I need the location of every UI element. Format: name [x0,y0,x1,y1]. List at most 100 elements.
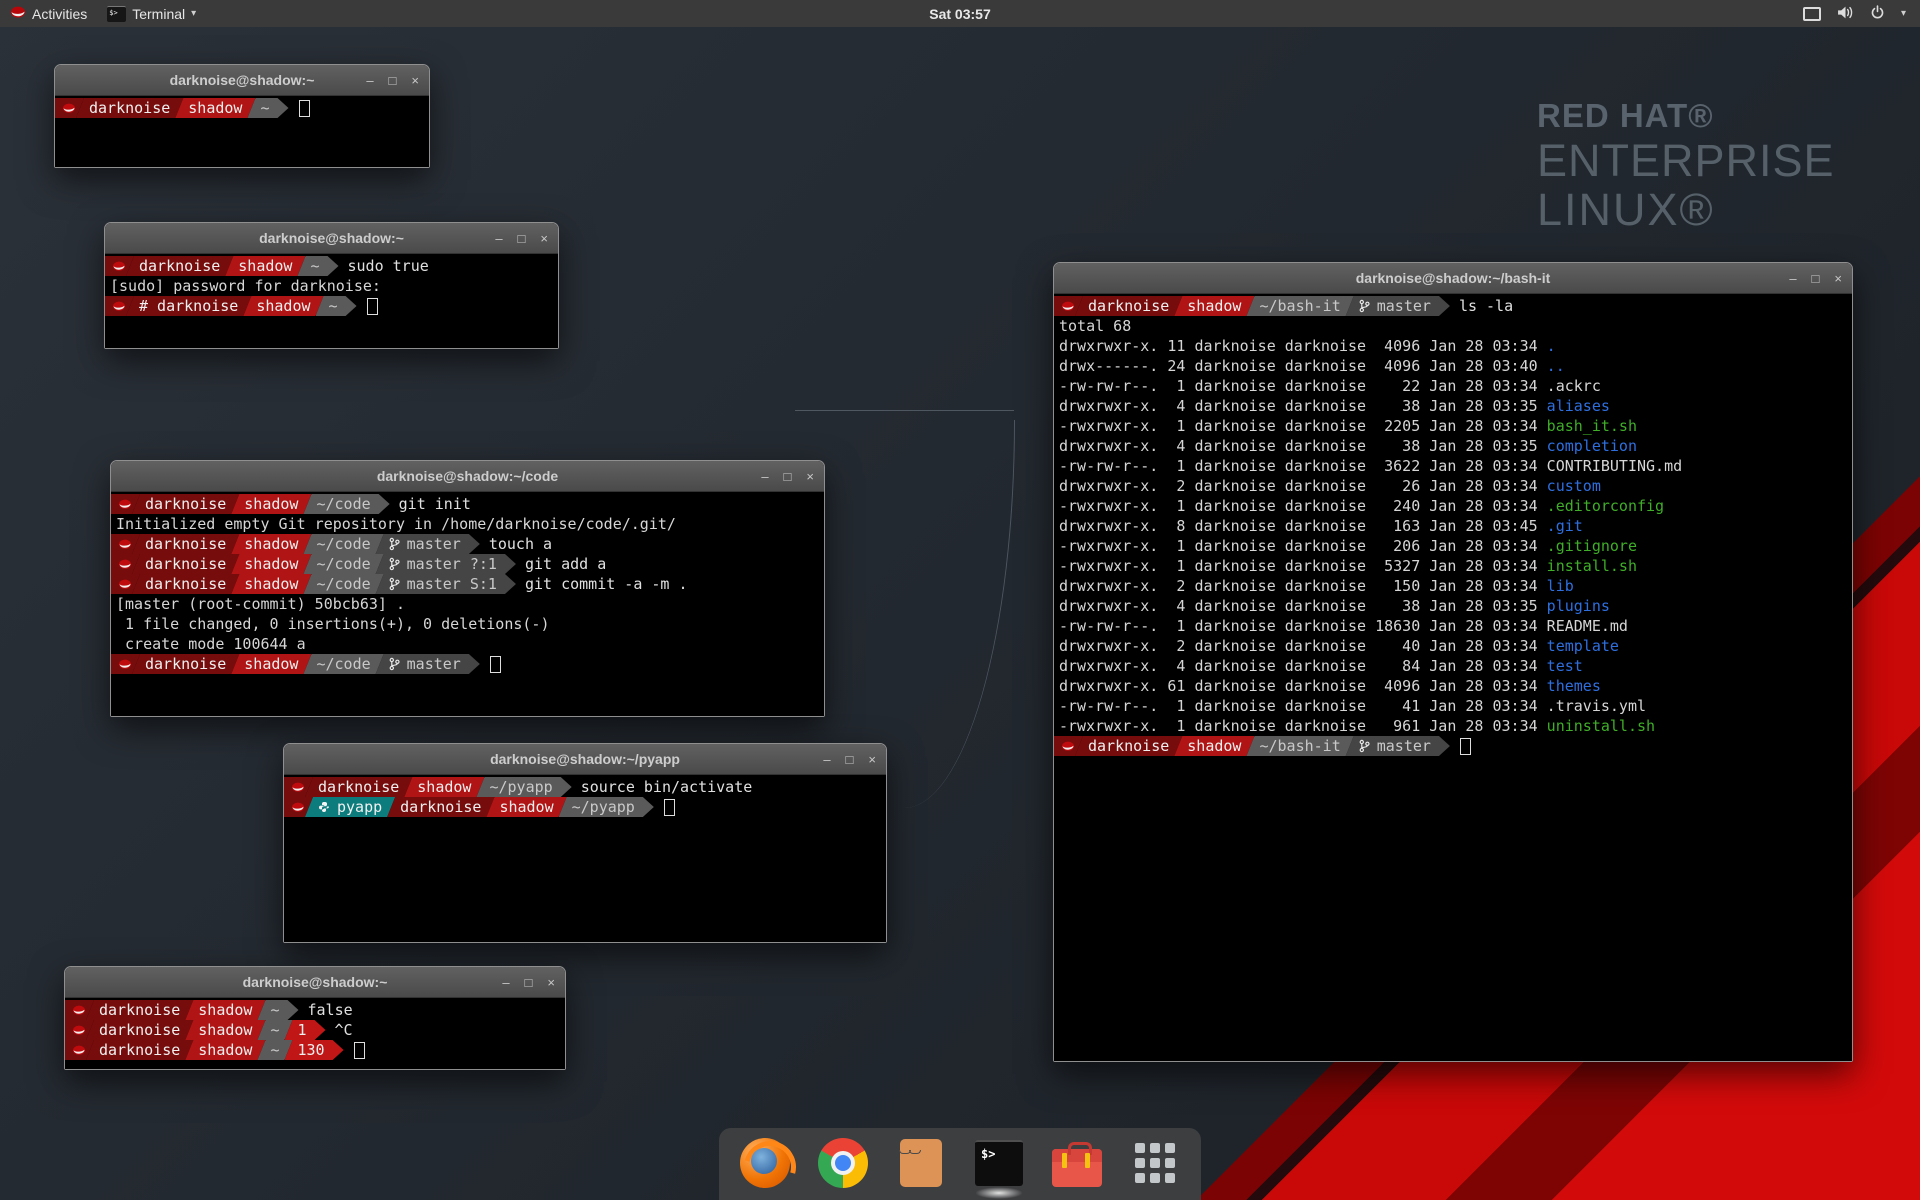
terminal-window-2: darknoise@shadow:~–□×darknoiseshadow~sud… [104,222,559,349]
terminal-content[interactable]: darknoiseshadow~/pyappsource bin/activat… [284,775,886,942]
close-button[interactable]: × [868,753,876,766]
prompt-segment: darknoise [132,534,239,554]
terminal-content[interactable]: darknoiseshadow~sudo true[sudo] password… [105,254,558,348]
ls-row: drwxrwxr-x. 4 darknoise darknoise 38 Jan… [1054,396,1852,416]
terminal-app-icon: $> [107,6,126,22]
minimize-button[interactable]: – [495,232,502,245]
window-titlebar[interactable]: darknoise@shadow:~–□× [55,65,429,96]
prompt-segment: ~/code [303,654,383,674]
branch-icon [389,577,400,591]
app-menu-button[interactable]: $> Terminal ▾ [97,0,206,27]
maximize-button[interactable]: □ [1812,272,1820,285]
minimize-button[interactable]: – [823,753,830,766]
file-name: completion [1547,437,1637,455]
file-name: uninstall.sh [1547,717,1655,735]
terminal-content[interactable]: darknoiseshadow~falsedarknoiseshadow~1^C… [65,998,565,1069]
maximize-button[interactable]: □ [518,232,526,245]
command-text: git add a [525,555,606,573]
maximize-button[interactable]: □ [389,74,397,87]
close-button[interactable]: × [547,976,555,989]
terminal-cursor [664,799,675,816]
window-titlebar[interactable]: darknoise@shadow:~–□× [65,967,565,998]
prompt-segment: ~/bash-it [1246,736,1353,756]
minimize-button[interactable]: – [1789,272,1796,285]
prompt-segment: darknoise [1075,736,1182,756]
files-dock-icon[interactable] [895,1137,947,1189]
minimize-button[interactable]: – [502,976,509,989]
prompt-segment: master S:1 [376,574,516,594]
prompt-line: darknoiseshadow~130 [65,1040,565,1060]
redhat-icon [72,1045,86,1056]
ls-row: drwxrwxr-x. 4 darknoise darknoise 38 Jan… [1054,436,1852,456]
prompt-segment: shadow [1174,296,1254,316]
prompt-segment: darknoise [86,1000,193,1020]
output-line: Initialized empty Git repository in /hom… [111,514,824,534]
ls-row: drwxrwxr-x. 61 darknoise darknoise 4096 … [1054,676,1852,696]
terminal-cursor [490,656,501,673]
redhat-icon [112,301,126,312]
window-title: darknoise@shadow:~/code [111,461,824,491]
ls-row: -rwxrwxr-x. 1 darknoise darknoise 240 Ja… [1054,496,1852,516]
output-line: 1 file changed, 0 insertions(+), 0 delet… [111,614,824,634]
app-menu-label: Terminal [132,6,185,22]
branch-icon [1359,299,1370,313]
terminal-cursor [367,298,378,315]
prompt-segment: shadow [175,98,255,118]
prompt-line: darknoiseshadow~false [65,1000,565,1020]
ls-row: -rw-rw-r--. 1 darknoise darknoise 3622 J… [1054,456,1852,476]
redhat-icon [118,499,132,510]
prompt-segment: shadow [231,494,311,514]
window-titlebar[interactable]: darknoise@shadow:~/pyapp– □ × [284,744,886,775]
ls-row: drwxrwxr-x. 2 darknoise darknoise 40 Jan… [1054,636,1852,656]
status-caret-icon: ▾ [1901,8,1906,19]
terminal-window-6: darknoise@shadow:~/bash-it–□×darknoisesh… [1053,262,1853,1062]
window-title: darknoise@shadow:~/pyapp [284,744,886,774]
close-button[interactable]: × [411,74,419,87]
redhat-icon [291,802,305,813]
prompt-segment: shadow [1174,736,1254,756]
prompt-segment: master ?:1 [376,554,516,574]
file-name: lib [1547,577,1574,595]
chrome-dock-icon[interactable] [817,1137,869,1189]
close-button[interactable]: × [540,232,548,245]
file-name: template [1547,637,1619,655]
close-button[interactable]: × [1834,272,1842,285]
prompt-line: darknoiseshadow~/codemaster S:1git commi… [111,574,824,594]
clock[interactable]: Sat 03:57 [0,6,1920,22]
app-grid-dock-icon[interactable] [1129,1137,1181,1189]
system-status-area[interactable]: ▾ [1803,0,1920,27]
software-toolbox-dock-icon[interactable] [1051,1137,1103,1189]
window-titlebar[interactable]: darknoise@shadow:~/bash-it–□× [1054,263,1852,294]
file-name: .editorconfig [1547,497,1664,515]
ls-row: -rw-rw-r--. 1 darknoise darknoise 22 Jan… [1054,376,1852,396]
terminal-content[interactable]: darknoiseshadow~/codegit initInitialized… [111,492,824,716]
prompt-segment: shadow [231,654,311,674]
command-text: sudo true [348,257,429,275]
prompt-segment: darknoise [76,98,183,118]
activities-button[interactable]: Activities [0,0,97,27]
terminal-content[interactable]: darknoiseshadow~/bash-itmasterls -latota… [1054,294,1852,1061]
minimize-button[interactable]: – [761,470,768,483]
maximize-button[interactable]: □ [784,470,792,483]
maximize-button[interactable]: □ [525,976,533,989]
window-titlebar[interactable]: darknoise@shadow:~/code– □ × [111,461,824,492]
minimize-button[interactable]: – [366,74,373,87]
prompt-line: pyappdarknoiseshadow~/pyapp [284,797,886,817]
terminal-dock-icon[interactable]: $> [973,1137,1025,1189]
file-name: .git [1547,517,1583,535]
maximize-button[interactable]: □ [846,753,854,766]
prompt-segment: darknoise [86,1020,193,1040]
output-line: total 68 [1054,316,1852,336]
branch-icon [1359,739,1370,753]
terminal-content[interactable]: darknoiseshadow~ [55,96,429,167]
prompt-line: darknoiseshadow~/codemaster [111,654,824,674]
prompt-segment: 130 [285,1040,344,1060]
window-titlebar[interactable]: darknoise@shadow:~–□× [105,223,558,254]
desktop[interactable]: RED HAT® ENTERPRISE LINUX® Activities $>… [0,0,1920,1200]
firefox-dock-icon[interactable] [739,1137,791,1189]
volume-icon [1837,5,1854,23]
top-bar: Activities $> Terminal ▾ Sat 03:57 ▾ [0,0,1920,27]
close-button[interactable]: × [806,470,814,483]
prompt-segment: darknoise [132,574,239,594]
prompt-segment: master [1346,296,1450,316]
